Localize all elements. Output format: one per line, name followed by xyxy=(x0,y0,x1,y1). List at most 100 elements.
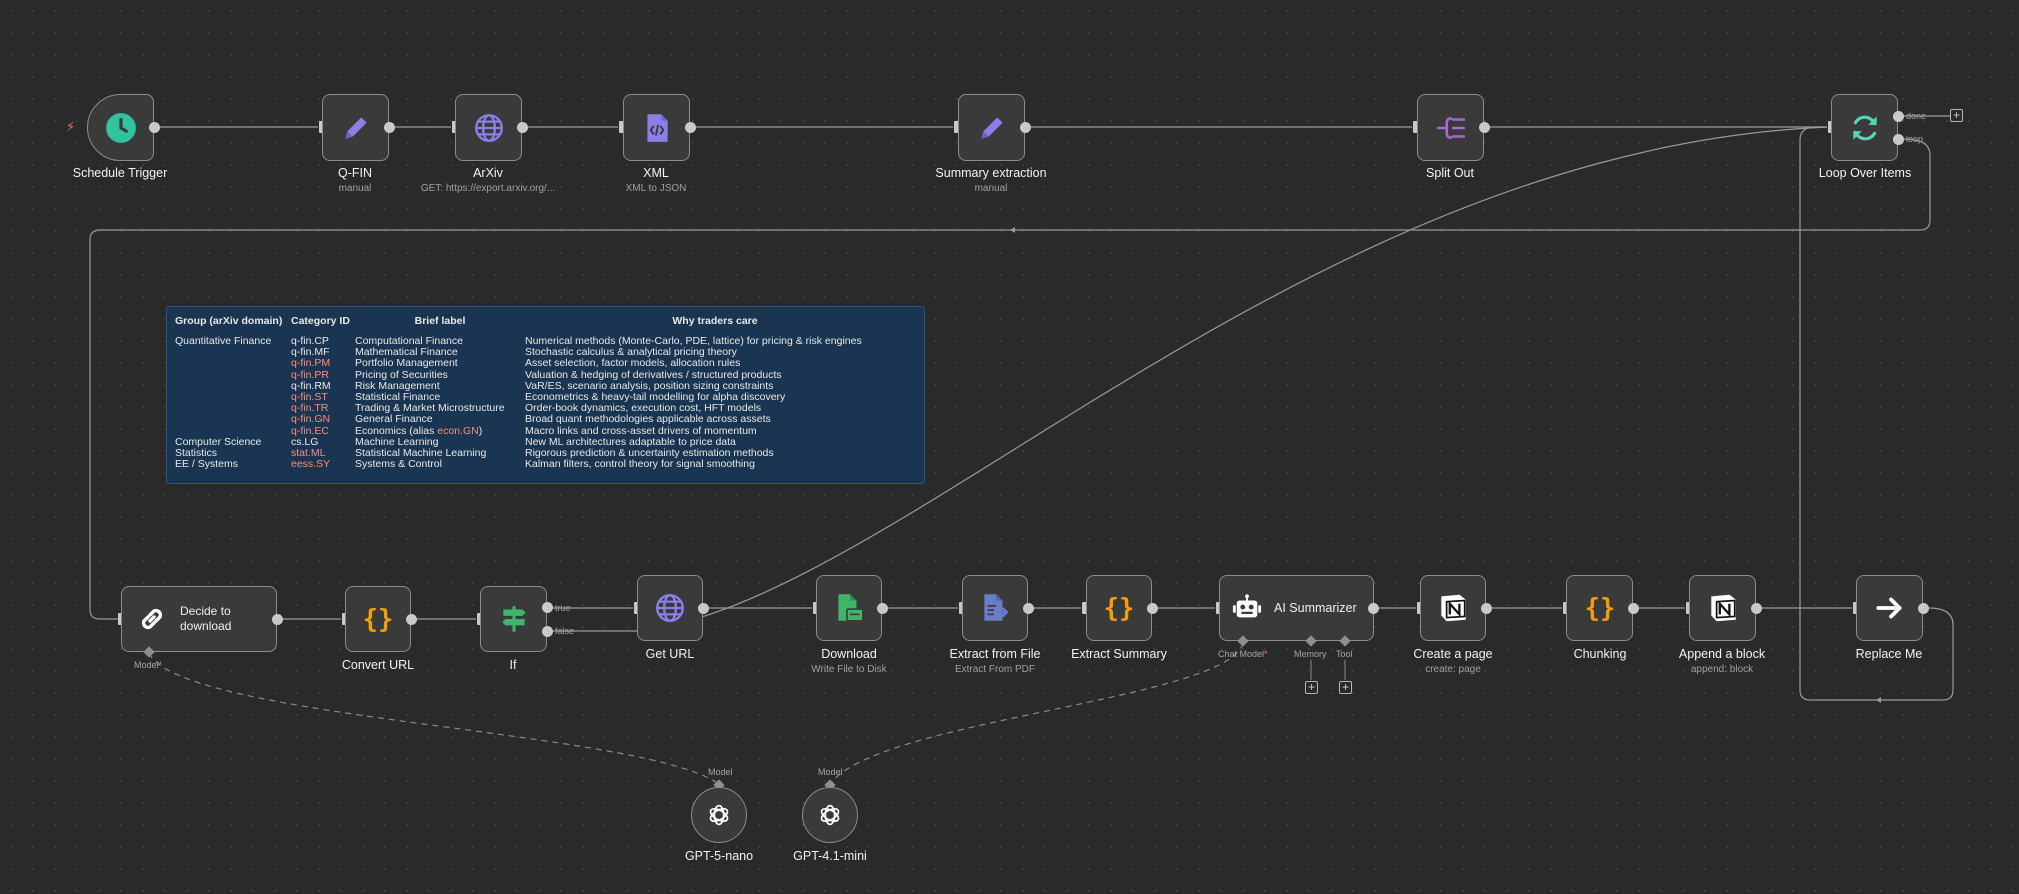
header-category-id: Category ID xyxy=(291,315,350,327)
download-node[interactable] xyxy=(816,575,882,641)
cell-id: q-fin.PM xyxy=(291,357,331,370)
chunking-node[interactable]: {} xyxy=(1566,575,1633,641)
ai-memory-add-button[interactable]: + xyxy=(1305,681,1318,694)
file-export-icon xyxy=(984,594,1009,621)
xml-title: XML xyxy=(643,166,669,180)
ai-chat-model-label: Chat Model* xyxy=(1218,649,1268,659)
openai-icon xyxy=(820,804,840,826)
decide-to-download-node[interactable]: Decide to download xyxy=(121,586,277,652)
ai-summarizer-title: AI Summarizer xyxy=(1274,600,1357,615)
openai-icon xyxy=(709,804,729,826)
loop-done-add-button[interactable]: + xyxy=(1950,109,1963,122)
convert-url-node[interactable]: {} xyxy=(345,586,411,652)
if-true-label: true xyxy=(555,603,571,613)
qfin-output-port[interactable] xyxy=(384,122,395,133)
code-braces-icon: {} xyxy=(363,605,394,635)
code-file-icon xyxy=(646,113,668,142)
sticky-note-arxiv-categories[interactable]: Group (arXiv domain) Category ID Brief l… xyxy=(166,306,925,484)
loop-loop-port[interactable] xyxy=(1893,134,1904,145)
cell-group xyxy=(175,370,291,381)
cell-id: q-fin.GN xyxy=(291,413,331,426)
label-alias: econ.GN xyxy=(437,424,479,437)
extract-summary-node[interactable]: {} xyxy=(1086,575,1152,641)
append-a-block-subtitle: append: block xyxy=(1690,664,1754,675)
arxiv-output-port[interactable] xyxy=(517,122,528,133)
svg-text:{}: {} xyxy=(363,605,394,635)
cell-group: Quantitative Finance xyxy=(175,335,272,347)
create-a-page-node[interactable] xyxy=(1420,575,1486,641)
pencil-icon xyxy=(344,116,367,139)
replace-me-output-port[interactable] xyxy=(1918,603,1929,614)
cell-group xyxy=(175,392,291,403)
summary-extraction-title: Summary extraction xyxy=(935,166,1047,180)
loop-done-port[interactable] xyxy=(1893,111,1904,122)
label-suffix: ) xyxy=(478,424,483,437)
ai-tool-add-button[interactable]: + xyxy=(1339,681,1352,694)
refresh-icon xyxy=(1852,115,1877,140)
gpt5nano-model-label: Model xyxy=(708,767,733,777)
extract-summary-title: Extract Summary xyxy=(1071,647,1167,661)
schedule-trigger-output-port[interactable] xyxy=(149,122,160,133)
decide-model-label: Model* xyxy=(134,660,163,670)
ai-summarizer-node[interactable]: AI Summarizer xyxy=(1219,575,1374,641)
signpost-icon xyxy=(501,606,526,632)
get-url-title: Get URL xyxy=(645,647,695,661)
qfin-node[interactable] xyxy=(322,94,389,161)
xml-output-port[interactable] xyxy=(685,122,696,133)
replace-me-node[interactable] xyxy=(1856,575,1923,641)
table-row: EE / Systems eess.SY Systems & Control K… xyxy=(175,459,905,470)
chunking-output-port[interactable] xyxy=(1628,603,1639,614)
gpt5nano-node[interactable] xyxy=(691,787,747,843)
get-url-output-port[interactable] xyxy=(698,603,709,614)
if-false-port[interactable] xyxy=(542,626,553,637)
append-a-block-node[interactable] xyxy=(1689,575,1756,641)
loop-loop-label: loop xyxy=(1906,134,1924,144)
get-url-node[interactable] xyxy=(637,575,703,641)
ai-summarizer-output-port[interactable] xyxy=(1368,603,1379,614)
table-row: q-fin.GN General Finance Broad quant met… xyxy=(175,414,905,425)
wire-model-decide xyxy=(148,652,721,786)
extract-from-file-node[interactable] xyxy=(962,575,1028,641)
cell-label: Portfolio Management xyxy=(355,357,458,370)
xml-subtitle: XML to JSON xyxy=(625,183,687,194)
gpt41mini-model-label: Model xyxy=(818,767,843,777)
globe-icon xyxy=(656,594,684,622)
cell-group xyxy=(175,347,291,358)
append-block-output-port[interactable] xyxy=(1751,603,1762,614)
if-node[interactable] xyxy=(480,586,547,652)
split-icon xyxy=(1436,116,1465,139)
globe-icon xyxy=(474,113,503,142)
code-braces-icon: {} xyxy=(1104,594,1135,624)
extract-file-output-port[interactable] xyxy=(1023,603,1034,614)
download-output-port[interactable] xyxy=(877,603,888,614)
svg-text:{}: {} xyxy=(1104,594,1135,624)
trigger-bolt-icon: ⚡ xyxy=(66,119,76,134)
if-true-port[interactable] xyxy=(542,602,553,613)
loop-over-items-title: Loop Over Items xyxy=(1818,166,1912,180)
if-false-label: false xyxy=(555,626,575,636)
gpt41mini-node[interactable] xyxy=(802,787,858,843)
split-out-output-port[interactable] xyxy=(1479,122,1490,133)
extract-from-file-subtitle: Extract From PDF xyxy=(954,664,1035,675)
split-out-node[interactable] xyxy=(1417,94,1484,161)
summary-extraction-node[interactable] xyxy=(958,94,1025,161)
cell-group xyxy=(175,381,291,392)
cell-group xyxy=(175,358,291,369)
notion-icon xyxy=(1441,594,1466,622)
decide-output-port[interactable] xyxy=(272,614,283,625)
summary-extraction-output-port[interactable] xyxy=(1020,122,1031,133)
label-prefix: Economics (alias xyxy=(355,424,438,437)
ai-tool-label: Tool xyxy=(1336,649,1353,659)
summary-extraction-subtitle: manual xyxy=(974,183,1008,194)
schedule-trigger-node[interactable] xyxy=(87,94,154,161)
clock-icon xyxy=(105,112,136,143)
cell-group xyxy=(175,403,291,414)
extract-summary-output-port[interactable] xyxy=(1147,603,1158,614)
xml-node[interactable] xyxy=(623,94,690,161)
gpt41mini-title: GPT-4.1-mini xyxy=(793,849,867,863)
create-page-output-port[interactable] xyxy=(1481,603,1492,614)
convert-url-output-port[interactable] xyxy=(406,614,417,625)
cell-label: Systems & Control xyxy=(355,458,442,471)
loop-over-items-node[interactable] xyxy=(1831,94,1898,161)
arxiv-node[interactable] xyxy=(455,94,522,161)
